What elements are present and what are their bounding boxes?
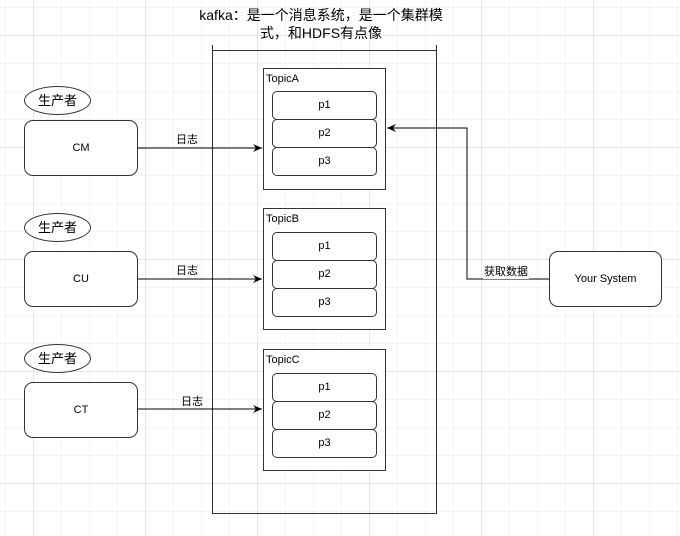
partition-p3[interactable]: p3 — [272, 429, 377, 458]
topic-a[interactable]: TopicA p1 p2 p3 — [263, 68, 386, 190]
producer-role-ellipse: 生产者 — [24, 213, 91, 242]
producer-ct[interactable]: CT — [24, 382, 138, 438]
edge-label-fetch-data: 获取数据 — [483, 263, 529, 279]
partition-p2[interactable]: p2 — [272, 119, 377, 148]
edge-label-log: 日志 — [181, 396, 203, 408]
edge-label-log: 日志 — [176, 265, 198, 277]
partition-p1[interactable]: p1 — [272, 373, 377, 402]
producer-role-ellipse: 生产者 — [24, 344, 91, 373]
partition-p2[interactable]: p2 — [272, 260, 377, 289]
partition-p1[interactable]: p1 — [272, 91, 377, 120]
kafka-container-right-border — [436, 45, 437, 514]
partition-p3[interactable]: p3 — [272, 288, 377, 317]
producer-role-ellipse: 生产者 — [24, 86, 91, 115]
edge-system-to-topica[interactable] — [387, 124, 549, 280]
producer-cu[interactable]: CU — [24, 251, 138, 307]
partition-p3[interactable]: p3 — [272, 147, 377, 176]
kafka-container-bottom-border — [212, 513, 437, 514]
your-system-node[interactable]: Your System — [549, 251, 662, 307]
topic-label: TopicC — [266, 354, 300, 366]
topic-label: TopicA — [266, 73, 300, 85]
producer-cm[interactable]: CM — [24, 120, 138, 176]
partition-p1[interactable]: p1 — [272, 232, 377, 261]
topic-label: TopicB — [266, 213, 300, 225]
topic-b[interactable]: TopicB p1 p2 p3 — [263, 208, 386, 330]
edge-label-log: 日志 — [176, 134, 198, 146]
topic-c[interactable]: TopicC p1 p2 p3 — [263, 349, 386, 471]
kafka-container-header-line — [212, 50, 437, 51]
partition-p2[interactable]: p2 — [272, 401, 377, 430]
kafka-container-left-border — [212, 45, 213, 514]
diagram-title: kafka：是一个消息系统，是一个集群模式，和HDFS有点像 — [199, 7, 443, 41]
